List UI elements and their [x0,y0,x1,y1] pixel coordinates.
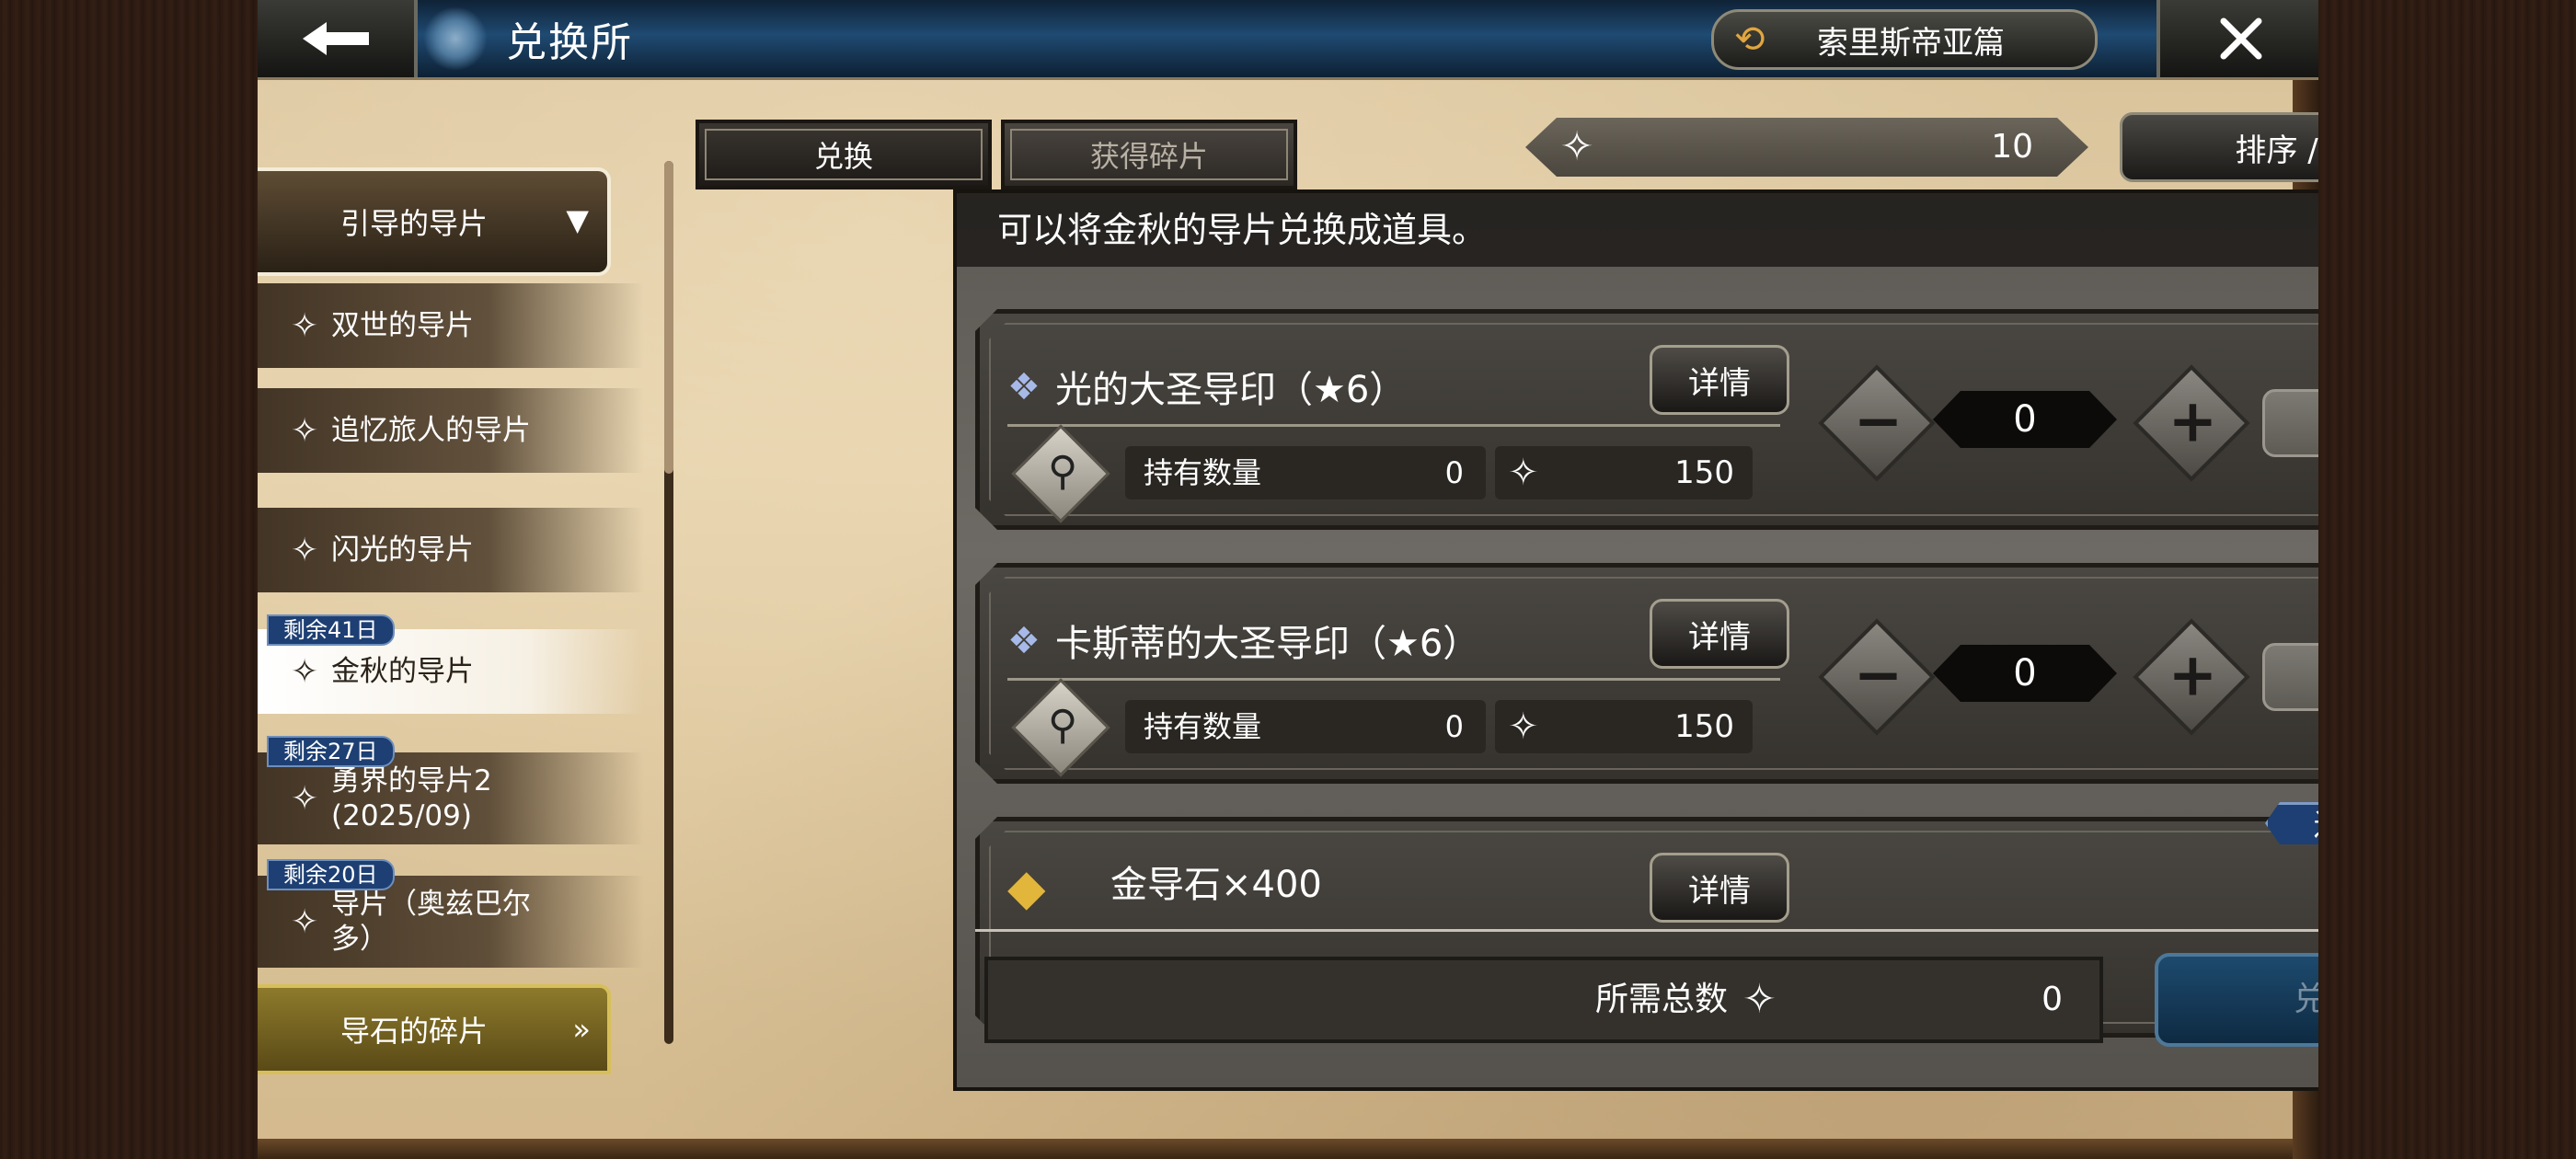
crystal-icon: ❖ [1007,620,1041,662]
shard-icon: ✧ [1508,452,1539,494]
chevron-right-icon: » [572,1012,591,1047]
chevron-down-icon: ▼ [566,202,589,237]
shard-icon: ✧ [1742,976,1777,1023]
sidebar-scrollbar[interactable] [664,161,673,1044]
category-label: 引导的导片 [340,206,489,241]
crystal-icon: ❖ [1007,366,1041,408]
tab-frame [705,129,983,180]
minus-icon: − [1853,387,1903,456]
remaining-days-badge: 剩余41日 [267,614,395,646]
cost-value: 150 [1674,708,1734,745]
owned-label: 持有数量 [1144,709,1262,744]
left-letterbox [0,0,258,1159]
detail-button[interactable]: 详情 [1650,599,1789,669]
shard-icon: ✧ [291,411,319,450]
sidebar-item-3[interactable]: ✧ 闪光的导片 [258,508,644,592]
item-cost: ✧ 150 [1495,700,1753,753]
divider [975,929,2318,932]
game-screen: 兑换所 ⟲ 索里斯帝亚篇 引导的导片 ▼ ✧ 双世的导片 ✧ 追忆旅人的导片 ✧… [258,0,2318,1159]
sidebar-item-label: 勇界的导片2 (2025/09) [331,764,492,832]
description-text: 可以将金秋的导片兑换成道具。 [957,193,2318,267]
gold-stone-icon: ◆ [1007,858,1046,916]
arrow-left-icon [303,22,369,55]
shards-category-button[interactable]: 导石的碎片 » [258,984,611,1074]
owned-count: 持有数量 0 [1125,700,1486,753]
search-icon: ⚲ [1047,701,1078,749]
sidebar-item-label: 追忆旅人的导片 [331,414,531,447]
divider [1007,678,1780,681]
sidebar-item-label: 金秋的导片 [331,655,474,688]
item-name: 金导石×400 [1110,864,1322,906]
reset-button[interactable]: 重置 [2262,643,2318,711]
detail-button[interactable]: 详情 [1650,345,1789,415]
shard-count-display: ✧ 10 [1525,118,2088,177]
emblem-icon [423,6,488,71]
close-icon [2220,17,2262,60]
total-required: 所需总数 ✧ 0 [984,957,2103,1043]
exchange-panel: 可以将金秋的导片兑换成道具。 ❖ 光的大圣导印（★6） 详情 ⚲ 持有数量 0 … [953,189,2318,1091]
sidebar-item-2[interactable]: ✧ 追忆旅人的导片 [258,388,644,473]
sidebar-item-1[interactable]: ✧ 双世的导片 [258,283,644,368]
tab-frame [1010,129,1288,180]
exchange-button[interactable]: 兑换 [2155,953,2318,1047]
total-label: 所需总数 [1595,981,1729,1018]
close-button[interactable] [2156,0,2318,77]
owned-label: 持有数量 [1144,455,1262,490]
owned-value: 0 [1444,455,1464,490]
top-bar: 兑换所 ⟲ 索里斯帝亚篇 [258,0,2318,80]
sort-filter-button[interactable]: 排序 / 筛选 [2120,112,2318,182]
remaining-days-badge: 剩余27日 [267,736,395,767]
plus-icon: + [2168,387,2218,456]
shard-icon: ✧ [291,652,319,691]
shard-count-value: 10 [1991,128,2033,166]
shard-icon: ✧ [291,902,319,941]
sidebar-item-label: 导片（奥兹巴尔 多） [331,888,531,956]
sidebar-scroll-thumb[interactable] [664,161,673,474]
item-name: 卡斯蒂的大圣导印（★6） [1055,623,1480,665]
list-item: ❖ 卡斯蒂的大圣导印（★6） 详情 ⚲ 持有数量 0 ✧ 150 − 0 + 重… [975,563,2318,784]
tab-get-shards[interactable]: 获得碎片 [1001,120,1297,189]
item-cost: ✧ 150 [1495,446,1753,499]
item-name: 光的大圣导印（★6） [1055,369,1407,411]
page-title: 兑换所 [506,19,633,66]
shard-icon: ✧ [291,531,319,569]
cost-value: 150 [1674,454,1734,491]
detail-button[interactable]: 详情 [1650,853,1789,923]
shard-icon: ✧ [291,779,319,818]
list-item: ❖ 光的大圣导印（★6） 详情 ⚲ 持有数量 0 ✧ 150 − 0 + 重置 [975,309,2318,530]
remaining-days-badge: 剩余20日 [267,859,395,890]
reset-button[interactable]: 重置 [2262,389,2318,457]
story-label: 索里斯帝亚篇 [1817,24,2005,62]
quantity-value: 0 [1933,645,2117,702]
shard-icon: ✧ [1559,123,1594,170]
category-sidebar: 引导的导片 ▼ ✧ 双世的导片 ✧ 追忆旅人的导片 ✧ 闪光的导片 剩余41日 … [258,147,653,1074]
sidebar-item-label: 双世的导片 [331,309,474,342]
category-dropdown[interactable]: 引导的导片 ▼ [258,167,611,276]
right-letterbox [2318,0,2576,1159]
tab-exchange[interactable]: 兑换 [696,120,992,189]
back-button[interactable] [258,0,418,77]
shard-icon: ✧ [291,306,319,345]
sync-icon: ⟲ [1734,18,1765,61]
divider [1007,424,1780,427]
owned-value: 0 [1444,709,1464,744]
plus-icon: + [2168,641,2218,710]
minus-icon: − [1853,641,1903,710]
total-value: 0 [2041,981,2063,1018]
owned-count: 持有数量 0 [1125,446,1486,499]
sidebar-item-label: 闪光的导片 [331,534,474,567]
search-icon: ⚲ [1047,447,1078,495]
story-select-button[interactable]: ⟲ 索里斯帝亚篇 [1711,9,2098,70]
shard-icon: ✧ [1508,706,1539,748]
shards-category-label: 导石的碎片 [340,1014,489,1049]
frame-bottom [258,1139,2318,1159]
quantity-value: 0 [1933,391,2117,448]
